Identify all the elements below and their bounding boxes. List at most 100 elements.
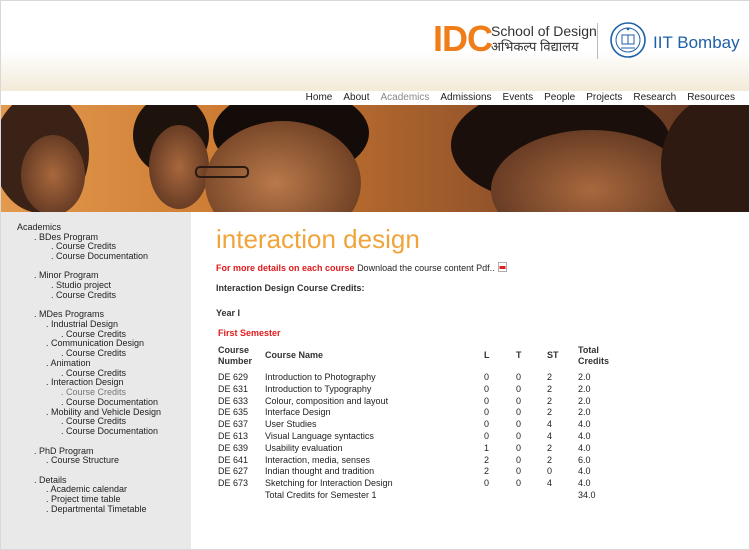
- table-cell-name: Visual Language syntactics: [265, 431, 374, 441]
- table-cell-name: Introduction to Typography: [265, 383, 372, 394]
- nav-item-academics[interactable]: Academics: [380, 91, 429, 105]
- table-cell-t: 0: [516, 478, 522, 489]
- sidebar-item[interactable]: . Course Documentation: [61, 397, 158, 407]
- sidebar-item[interactable]: . Communication Design: [46, 338, 144, 348]
- year-heading: Year I: [216, 308, 241, 318]
- table-cell-l: 0: [484, 395, 490, 406]
- idc-logo[interactable]: IDC: [433, 19, 493, 59]
- sidebar-item[interactable]: . Course Credits: [61, 416, 126, 426]
- download-pdf-link[interactable]: Download the course content Pdf..: [357, 263, 495, 273]
- nav-item-resources[interactable]: Resources: [687, 91, 735, 105]
- table-cell-t: 0: [516, 419, 522, 430]
- table-cell-name: Sketching for Interaction Design: [265, 478, 393, 489]
- table-cell-l: 0: [484, 419, 490, 430]
- col-header-name: Course Name: [265, 350, 324, 360]
- table-cell-st: 2: [547, 442, 553, 453]
- banner-people-image: [1, 105, 749, 212]
- table-cell-name: Colour, composition and layout: [265, 395, 389, 406]
- sidebar-item[interactable]: . Course Structure: [46, 455, 119, 465]
- school-of-design-text: School of Design: [491, 23, 597, 39]
- nav-item-projects[interactable]: Projects: [586, 91, 622, 105]
- table-cell-number: DE 673: [218, 478, 249, 489]
- table-cell-l: 2: [484, 454, 490, 465]
- table-cell-st: 2: [547, 407, 553, 418]
- sidebar-item[interactable]: . Course Credits: [51, 241, 116, 251]
- table-cell-number: DE 641: [218, 454, 249, 465]
- table-cell-credits: 2.0: [578, 383, 591, 394]
- table-cell-st: 2: [547, 395, 553, 406]
- semester-heading: First Semester: [218, 328, 281, 338]
- nav-item-research[interactable]: Research: [633, 91, 676, 105]
- sidebar-item[interactable]: . Animation: [46, 358, 91, 368]
- table-cell-name: Interface Design: [265, 407, 331, 418]
- table-cell-credits: 6.0: [578, 454, 591, 465]
- table-cell-t: 0: [516, 407, 522, 418]
- col-header-st: ST: [547, 350, 559, 360]
- sidebar-item[interactable]: . Interaction Design: [46, 377, 124, 387]
- sidebar-item[interactable]: . Studio project: [51, 280, 111, 290]
- table-cell-credits: 4.0: [578, 478, 591, 489]
- table-cell-t: 0: [516, 454, 522, 465]
- sidebar-item[interactable]: . Course Documentation: [51, 251, 148, 261]
- sidebar-item[interactable]: . Departmental Timetable: [46, 504, 147, 514]
- table-cell-number: DE 629: [218, 372, 249, 382]
- table-cell-name: Indian thought and tradition: [265, 466, 375, 477]
- table-cell-st: 0: [547, 466, 553, 477]
- iit-bombay-text[interactable]: IIT Bombay: [653, 33, 740, 53]
- table-cell-l: 2: [484, 466, 490, 477]
- sidebar-item[interactable]: . Course Documentation: [61, 426, 158, 436]
- table-cell-name: Usability evaluation: [265, 442, 343, 453]
- total-credits-value: 34.0: [578, 490, 596, 500]
- table-cell-st: 2: [547, 454, 553, 465]
- iitb-emblem-icon[interactable]: [609, 21, 647, 59]
- table-cell-l: 0: [484, 478, 490, 489]
- logo-divider: [597, 23, 598, 59]
- sidebar-item[interactable]: . Industrial Design: [46, 319, 118, 329]
- table-cell-t: 0: [516, 383, 522, 394]
- col-header-l: L: [484, 350, 490, 360]
- sidebar-item[interactable]: Academics: [17, 222, 61, 232]
- site-header: IDC School of Design अभिकल्प विद्यालय II…: [1, 1, 749, 91]
- table-cell-t: 0: [516, 442, 522, 453]
- pdf-icon[interactable]: [498, 262, 508, 272]
- total-credits-label: Total Credits for Semester 1: [265, 490, 377, 500]
- table-cell-st: 4: [547, 419, 553, 430]
- sidebar-nav: Academics. BDes Program. Course Credits.…: [1, 212, 191, 549]
- table-cell-l: 0: [484, 407, 490, 418]
- sidebar-item[interactable]: . Course Credits: [51, 290, 116, 300]
- col-header-credits: Total Credits: [578, 345, 610, 366]
- sidebar-item[interactable]: . Minor Program: [34, 270, 99, 280]
- header-banner-photo: [1, 105, 749, 212]
- col-header-t: T: [516, 350, 522, 360]
- table-cell-t: 0: [516, 466, 522, 477]
- table-cell-st: 4: [547, 478, 553, 489]
- sidebar-item[interactable]: . Academic calendar: [46, 484, 127, 494]
- col-header-number: Course Number: [218, 345, 253, 366]
- more-details-line: For more details on each course Download…: [216, 262, 508, 274]
- page-frame: IDC School of Design अभिकल्प विद्यालय II…: [0, 0, 750, 550]
- table-cell-t: 0: [516, 372, 522, 382]
- nav-item-people[interactable]: People: [544, 91, 575, 105]
- table-cell-number: DE 635: [218, 407, 249, 418]
- nav-item-admissions[interactable]: Admissions: [440, 91, 491, 105]
- nav-item-about[interactable]: About: [343, 91, 369, 105]
- table-cell-t: 0: [516, 395, 522, 406]
- nav-item-events[interactable]: Events: [503, 91, 534, 105]
- nav-item-home[interactable]: Home: [306, 91, 333, 105]
- school-hindi-text: अभिकल्प विद्यालय: [491, 39, 579, 54]
- table-cell-name: Interaction, media, senses: [265, 454, 371, 465]
- sidebar-item[interactable]: . Course Credits: [61, 387, 126, 397]
- table-cell-name: User Studies: [265, 419, 317, 430]
- sidebar-item[interactable]: . Course Credits: [61, 348, 126, 358]
- sidebar-item[interactable]: . Project time table: [46, 494, 121, 504]
- table-cell-st: 4: [547, 431, 553, 441]
- credits-heading: Interaction Design Course Credits:: [216, 283, 365, 293]
- sidebar-item[interactable]: . MDes Programs: [34, 309, 104, 319]
- table-cell-number: DE 639: [218, 442, 249, 453]
- table-cell-l: 0: [484, 372, 490, 382]
- table-cell-t: 0: [516, 431, 522, 441]
- table-cell-credits: 4.0: [578, 431, 591, 441]
- table-cell-number: DE 633: [218, 395, 249, 406]
- table-cell-l: 0: [484, 431, 490, 441]
- table-cell-name: Introduction to Photography: [265, 372, 376, 382]
